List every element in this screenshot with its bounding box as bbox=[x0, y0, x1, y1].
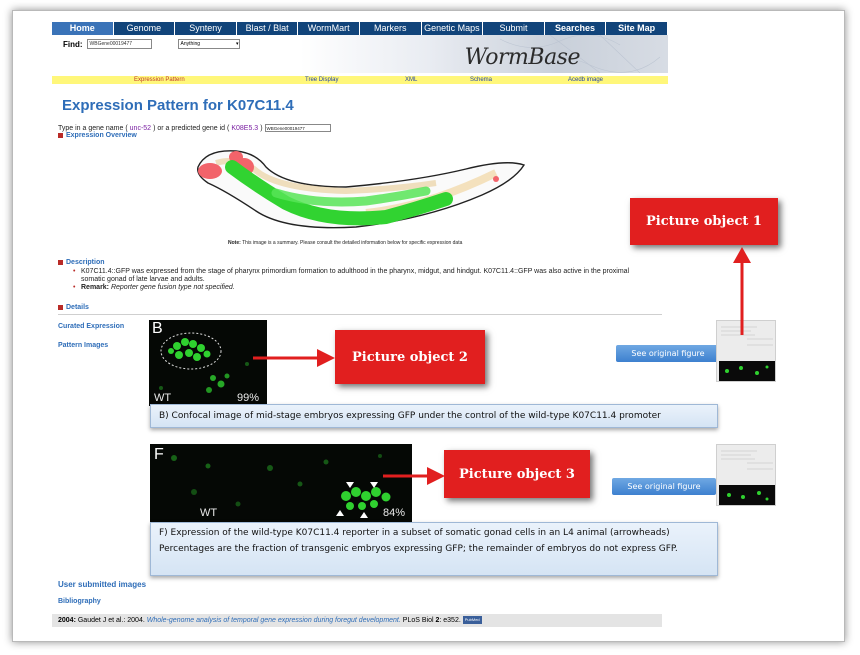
sub-nav: Expression Pattern Tree Display XML Sche… bbox=[52, 76, 668, 84]
nav-genome[interactable]: Genome bbox=[113, 22, 176, 35]
annotation-picture-object-3: Picture object 3 bbox=[444, 450, 590, 498]
nav-submit[interactable]: Submit bbox=[483, 22, 545, 35]
figure-b-wt: WT bbox=[154, 392, 172, 404]
overview-note: Note: This image is a summary. Please co… bbox=[228, 240, 462, 246]
gene-id-input[interactable]: WBGene00019477 bbox=[264, 124, 331, 132]
subnav-tree-display[interactable]: Tree Display bbox=[305, 76, 338, 84]
figure-f-microscopy bbox=[171, 454, 391, 518]
gene-name-example-link[interactable]: unc-52 bbox=[130, 125, 151, 132]
subnav-acedb-image[interactable]: Acedb image bbox=[568, 76, 603, 84]
nav-site-map[interactable]: Site Map bbox=[606, 22, 668, 35]
figure-b-image[interactable]: B WT 99% bbox=[149, 320, 267, 406]
figure-b-caption: B) Confocal image of mid-stage embryos e… bbox=[150, 404, 718, 428]
top-nav: Home Genome Synteny Blast / Blat WormMar… bbox=[52, 22, 668, 35]
original-figure-thumbnail-2[interactable] bbox=[716, 444, 776, 506]
bibliography-link[interactable]: Bibliography bbox=[58, 598, 101, 605]
description-list: K07C11.4::GFP was expressed from the sta… bbox=[73, 268, 653, 292]
gene-prompt-suffix: ) bbox=[260, 124, 263, 132]
note-text: This image is a summary. Please consult … bbox=[240, 240, 463, 246]
divider bbox=[58, 314, 662, 315]
description-item: K07C11.4::GFP was expressed from the sta… bbox=[73, 268, 653, 284]
bib-journal: PLoS Biol bbox=[400, 617, 436, 624]
subnav-xml[interactable]: XML bbox=[405, 76, 417, 84]
see-original-figure-button-2[interactable]: See original figure bbox=[612, 478, 716, 495]
nav-markers[interactable]: Markers bbox=[359, 22, 422, 35]
curated-expression-link[interactable]: Curated Expression bbox=[58, 323, 124, 330]
gene-id-example-link[interactable]: K08E5.3 bbox=[231, 125, 258, 132]
gene-search-line: Type in a gene name (unc-52) or a predic… bbox=[58, 124, 331, 132]
remark-item: Remark: Reporter gene fusion type not sp… bbox=[73, 284, 653, 292]
user-submitted-images-link[interactable]: User submitted images bbox=[58, 580, 146, 589]
section-title: Description bbox=[66, 259, 105, 266]
subnav-expression-pattern[interactable]: Expression Pattern bbox=[134, 76, 185, 84]
gene-prompt-prefix: Type in a gene name ( bbox=[58, 124, 128, 132]
figure-b-percent: 99% bbox=[237, 392, 260, 404]
bibliography-entry: 2004: Gaudet J et al.: 2004. Whole-genom… bbox=[52, 614, 662, 627]
nav-genetic-maps[interactable]: Genetic Maps bbox=[421, 22, 484, 35]
pattern-images-link[interactable]: Pattern Images bbox=[58, 342, 108, 349]
annotation-picture-object-2: Picture object 2 bbox=[335, 330, 485, 384]
toggle-icon bbox=[58, 133, 63, 138]
logo-banner: WormBase bbox=[300, 35, 668, 73]
toggle-icon bbox=[58, 305, 63, 310]
bib-pages: : e352. bbox=[439, 617, 461, 624]
nav-synteny[interactable]: Synteny bbox=[175, 22, 237, 35]
figure-f-wt: WT bbox=[200, 507, 218, 519]
section-title: Expression Overview bbox=[66, 132, 137, 139]
figure-b-letter: B bbox=[152, 320, 163, 337]
find-bar: Find: WBGene00019477 Anything ▾ bbox=[63, 39, 240, 49]
nav-blast[interactable]: Blast / Blat bbox=[236, 22, 299, 35]
annotation-picture-object-1: Picture object 1 bbox=[630, 198, 778, 245]
thumbnail-graphic bbox=[719, 450, 775, 505]
see-original-figure-button[interactable]: See original figure bbox=[616, 345, 720, 362]
gene-prompt-middle: ) or a predicted gene id ( bbox=[153, 124, 230, 132]
nav-home[interactable]: Home bbox=[52, 22, 114, 35]
section-expression-overview[interactable]: Expression Overview bbox=[58, 132, 137, 139]
figure-f-letter: F bbox=[154, 446, 164, 463]
find-select-value: Anything bbox=[180, 41, 201, 47]
find-label: Find: bbox=[63, 39, 83, 49]
section-title: Details bbox=[66, 304, 89, 311]
bib-title[interactable]: Whole-genome analysis of temporal gene e… bbox=[147, 617, 401, 624]
page-title: Expression Pattern for K07C11.4 bbox=[62, 97, 294, 114]
nav-searches[interactable]: Searches bbox=[544, 22, 607, 35]
figure-f-image[interactable]: F WT 84% bbox=[150, 444, 412, 524]
note-label: Note: bbox=[228, 240, 241, 246]
find-input[interactable]: WBGene00019477 bbox=[86, 39, 152, 49]
find-select[interactable]: Anything ▾ bbox=[177, 39, 240, 49]
pubmed-badge[interactable]: PubMed bbox=[462, 616, 482, 625]
remark-label: Remark: bbox=[81, 284, 110, 291]
arrow-up-icon bbox=[733, 247, 751, 335]
section-details[interactable]: Details bbox=[58, 304, 89, 311]
toggle-icon bbox=[58, 260, 63, 265]
remark-text: Reporter gene fusion type not specified. bbox=[109, 284, 235, 291]
section-description[interactable]: Description bbox=[58, 259, 105, 266]
wormbase-logo[interactable]: WormBase bbox=[465, 45, 581, 70]
bib-authors: Gaudet J et al.: 2004. bbox=[75, 617, 147, 624]
subnav-schema[interactable]: Schema bbox=[470, 76, 492, 84]
figure-f-percent: 84% bbox=[383, 507, 406, 519]
nav-wormmart[interactable]: WormMart bbox=[298, 22, 360, 35]
arrow-right-icon bbox=[253, 349, 335, 367]
worm-expression-diagram bbox=[197, 150, 526, 229]
figure-f-caption: F) Expression of the wild-type K07C11.4 … bbox=[150, 522, 718, 576]
arrow-right-icon bbox=[383, 467, 445, 485]
chevron-down-icon: ▾ bbox=[236, 41, 239, 47]
bib-year: 2004: bbox=[58, 617, 76, 624]
